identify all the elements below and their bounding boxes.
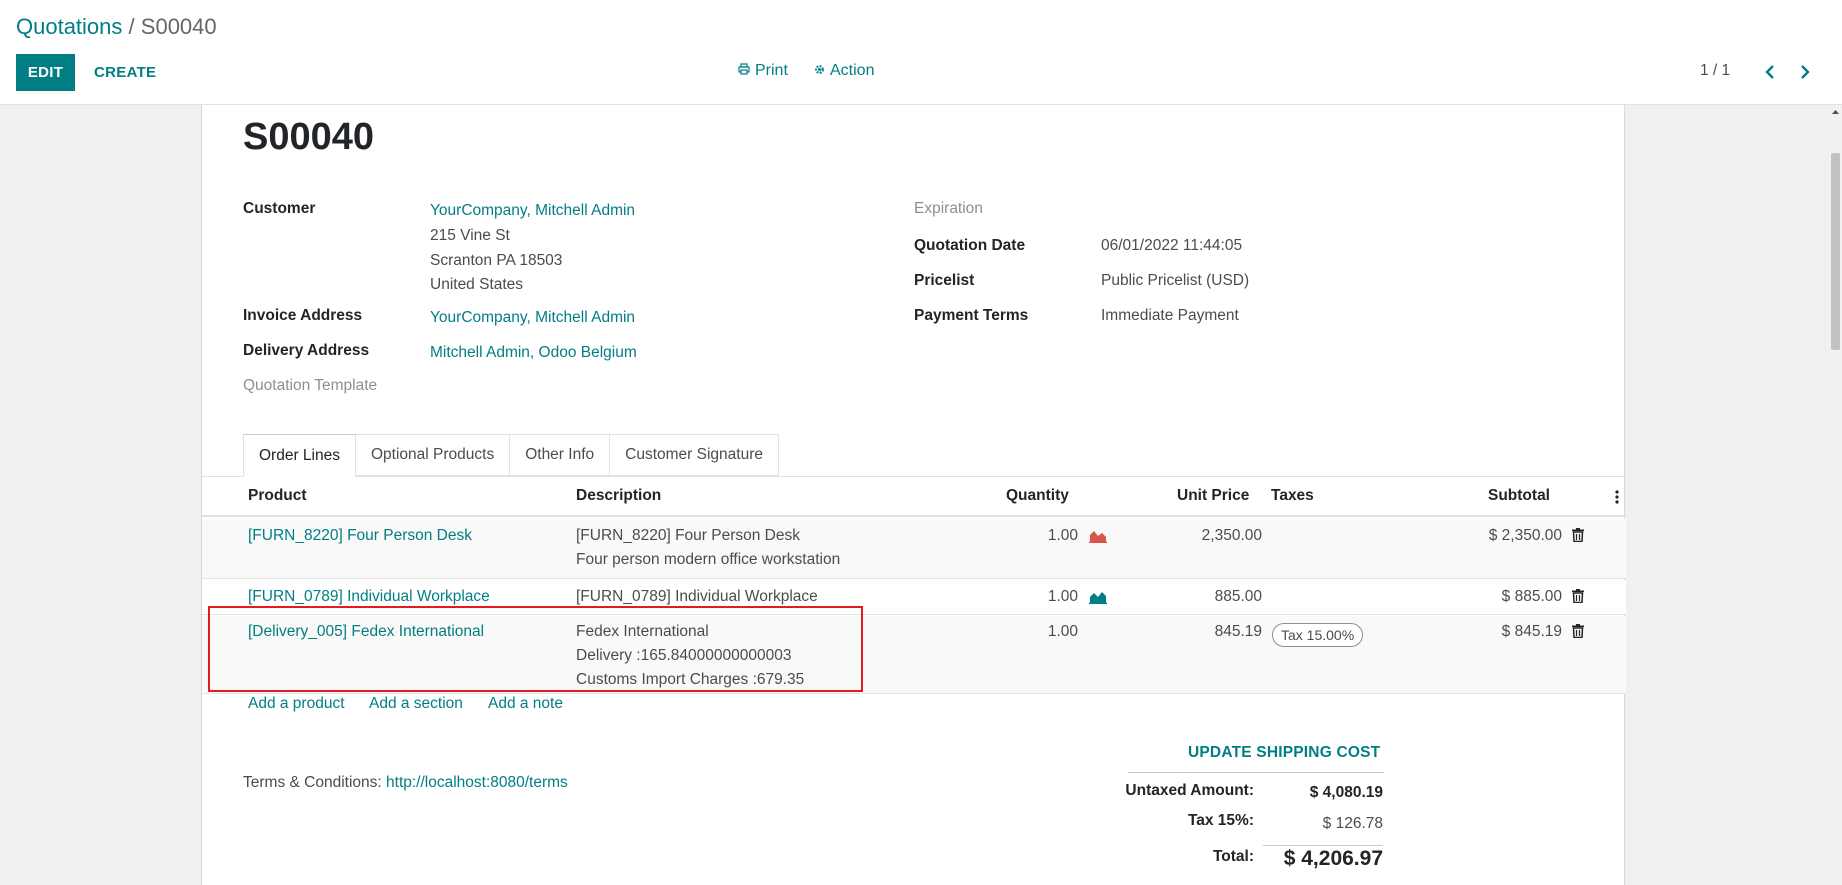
row-description-line: [FURN_8220] Four Person Desk	[576, 527, 800, 544]
breadcrumb-current: S00040	[140, 14, 217, 39]
pricelist-value: Public Pricelist (USD)	[1101, 272, 1250, 289]
untaxed-amount-value: $ 4,080.19	[1309, 784, 1383, 801]
row-quantity: 1.00	[1047, 623, 1078, 640]
breadcrumb-separator: /	[128, 14, 135, 39]
header-description[interactable]: Description	[576, 487, 661, 505]
row-product[interactable]: [FURN_8220] Four Person Desk	[248, 524, 472, 548]
terms-label: Terms & Conditions:	[243, 774, 382, 791]
quotation-template-label: Quotation Template	[243, 377, 378, 394]
row-subtotal: $ 845.19	[1501, 623, 1562, 640]
pager-previous-button[interactable]	[1757, 58, 1783, 86]
customer-address-street: 215 Vine St	[430, 227, 510, 244]
expiration-label: Expiration	[914, 200, 983, 217]
total-divider	[1263, 845, 1383, 846]
trash-icon[interactable]	[1572, 528, 1586, 544]
totals-divider	[1128, 772, 1384, 773]
pricelist-label: Pricelist	[914, 272, 975, 289]
total-label: Total:	[1212, 848, 1254, 865]
header-product[interactable]: Product	[248, 487, 307, 505]
header-unit-price[interactable]: Unit Price	[1177, 487, 1249, 505]
row-unit-price: 2,350.00	[1201, 527, 1262, 544]
add-note-link[interactable]: Add a note	[488, 695, 563, 713]
form-sheet: S00040 Customer YourCompany, Mitchell Ad…	[201, 105, 1626, 885]
untaxed-amount-label: Untaxed Amount:	[1125, 782, 1254, 799]
tab-order-lines[interactable]: Order Lines	[243, 434, 356, 477]
print-icon	[738, 62, 750, 80]
action-button[interactable]: Action	[814, 62, 874, 80]
delivery-address-label: Delivery Address	[243, 342, 370, 359]
total-value: $ 4,206.97	[1283, 847, 1383, 870]
row-quantity: 1.00	[1047, 527, 1078, 544]
customer-address-city: Scranton PA 18503	[430, 252, 563, 269]
notebook-tabs: Order Lines Optional Products Other Info…	[243, 434, 779, 477]
invoice-address-label: Invoice Address	[243, 307, 363, 324]
row-quantity: 1.00	[1047, 588, 1078, 605]
row-unit-price: 845.19	[1214, 623, 1262, 640]
edit-button[interactable]: EDIT	[16, 54, 75, 91]
quotation-date-label: Quotation Date	[914, 237, 1026, 254]
row-subtotal: $ 885.00	[1501, 588, 1562, 605]
trash-icon[interactable]	[1572, 624, 1586, 640]
header-subtotal[interactable]: Subtotal	[1488, 487, 1550, 505]
customer-address-country: United States	[430, 276, 524, 293]
row-subtotal: $ 2,350.00	[1488, 527, 1562, 544]
trash-icon[interactable]	[1572, 589, 1586, 605]
delivery-address-link[interactable]: Mitchell Admin, Odoo Belgium	[430, 344, 637, 362]
terms-and-conditions: Terms & Conditions: http://localhost:808…	[243, 774, 568, 792]
invoice-address-link[interactable]: YourCompany, Mitchell Admin	[430, 309, 635, 327]
header-quantity[interactable]: Quantity	[1006, 487, 1069, 505]
order-lines-header: Product Description Quantity Unit Price …	[202, 477, 1626, 517]
update-shipping-cost-button[interactable]: UPDATE SHIPPING COST	[1188, 744, 1380, 762]
action-label: Action	[830, 62, 875, 79]
header-taxes[interactable]: Taxes	[1271, 487, 1314, 505]
highlight-box	[208, 606, 863, 692]
print-button[interactable]: Print	[738, 62, 788, 80]
pager-value[interactable]: 1 / 1	[1700, 62, 1730, 80]
tax-badge: Tax 15.00%	[1272, 623, 1364, 647]
add-section-link[interactable]: Add a section	[369, 695, 463, 713]
payment-terms-label: Payment Terms	[914, 307, 1029, 324]
chevron-right-icon	[1801, 65, 1810, 79]
quotation-date-value: 06/01/2022 11:44:05	[1101, 237, 1243, 254]
breadcrumb: Quotations / S00040	[16, 14, 217, 40]
optional-columns-toggle[interactable]	[1615, 489, 1619, 510]
breadcrumb-quotations-link[interactable]: Quotations	[16, 14, 122, 39]
control-panel: Quotations / S00040 EDIT CREATE Print Ac…	[0, 0, 1842, 105]
tab-optional-products[interactable]: Optional Products	[355, 434, 511, 476]
scrollbar[interactable]	[1829, 105, 1842, 885]
row-description-line: Four person modern office workstation	[576, 551, 841, 568]
add-product-link[interactable]: Add a product	[248, 695, 345, 713]
tab-customer-signature[interactable]: Customer Signature	[610, 434, 779, 476]
payment-terms-value: Immediate Payment	[1101, 307, 1239, 324]
scroll-up-arrow-icon[interactable]	[1831, 107, 1840, 117]
customer-label: Customer	[243, 200, 316, 217]
tab-other-info[interactable]: Other Info	[510, 434, 611, 476]
scroll-thumb[interactable]	[1831, 153, 1840, 350]
chevron-left-icon	[1765, 65, 1774, 79]
create-button[interactable]: CREATE	[86, 54, 164, 91]
row-unit-price: 885.00	[1214, 588, 1262, 605]
table-row[interactable]: [FURN_8220] Four Person Desk [FURN_8220]…	[202, 519, 1626, 579]
quotation-name: S00040	[243, 116, 375, 158]
tax-label: Tax 15%:	[1187, 812, 1254, 829]
customer-link[interactable]: YourCompany, Mitchell Admin	[430, 202, 635, 220]
terms-link[interactable]: http://localhost:8080/terms	[386, 774, 568, 791]
pager-next-button[interactable]	[1792, 58, 1818, 86]
tax-value: $ 126.78	[1322, 815, 1383, 832]
gear-icon	[814, 62, 825, 80]
print-label: Print	[755, 62, 788, 79]
vertical-dots-icon	[1615, 490, 1619, 504]
